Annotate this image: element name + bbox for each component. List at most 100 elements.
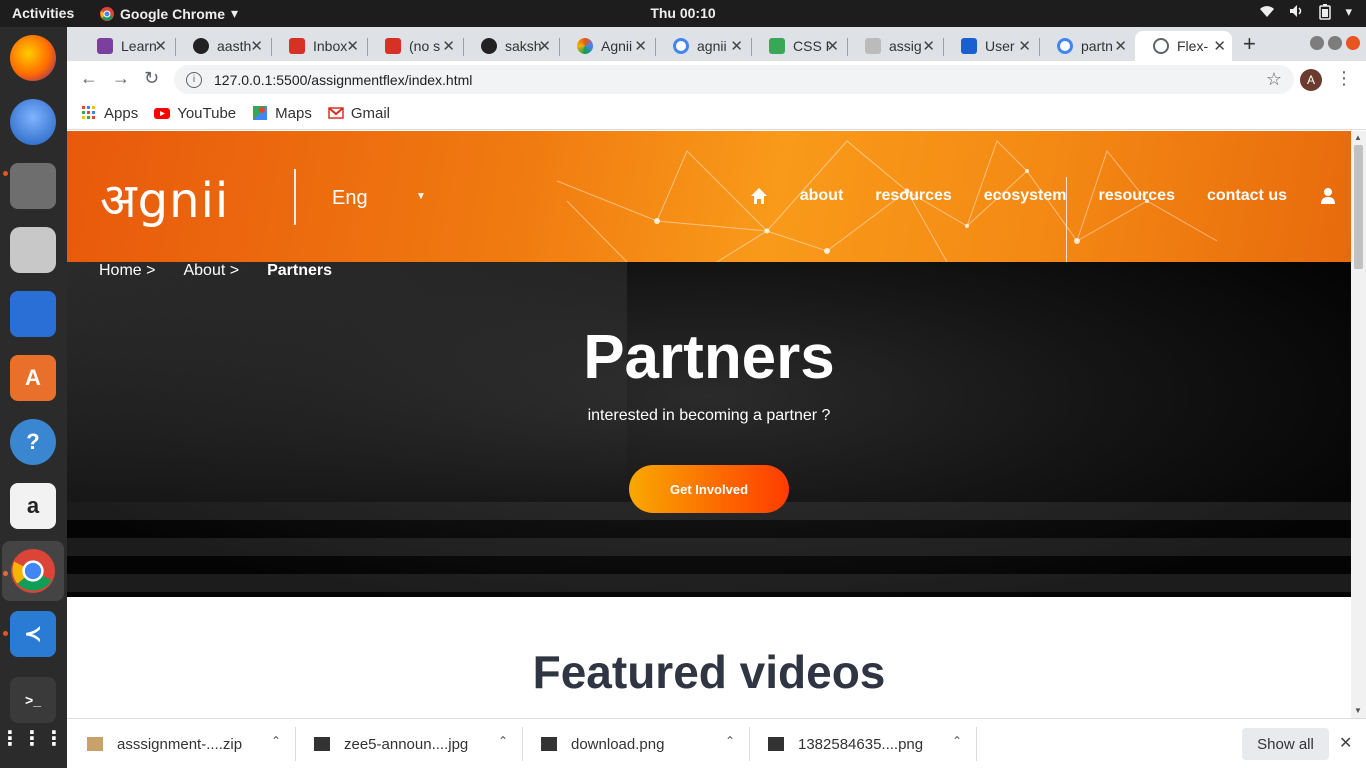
- download-separator: [522, 727, 523, 761]
- nav-ecosystem[interactable]: ecosystem: [984, 187, 1067, 205]
- maximize-icon[interactable]: [1328, 36, 1342, 50]
- get-involved-button[interactable]: Get Involved: [629, 465, 789, 513]
- image-file-icon: [541, 737, 557, 751]
- agnii-logo[interactable]: अgnii: [100, 167, 229, 232]
- rhythmbox-icon[interactable]: [10, 227, 56, 273]
- download-item[interactable]: asssignment-....zip ⌃: [87, 719, 281, 768]
- gmail-icon: [328, 107, 344, 119]
- google-icon: [1057, 38, 1073, 54]
- breadcrumb-home[interactable]: Home >: [99, 262, 155, 280]
- tab-gmail-inbox[interactable]: Inbox ✕: [271, 31, 365, 61]
- minimize-icon[interactable]: [1310, 36, 1324, 50]
- close-icon[interactable]: ✕: [1213, 37, 1226, 55]
- firefox-icon[interactable]: [10, 35, 56, 81]
- image-file-icon: [768, 737, 784, 751]
- close-icon[interactable]: ✕: [538, 37, 551, 55]
- window-close-icon[interactable]: [1346, 36, 1360, 50]
- forward-arrow-icon[interactable]: →: [112, 68, 130, 89]
- software-center-icon[interactable]: A: [10, 355, 56, 401]
- image-file-icon: [314, 737, 330, 751]
- download-item[interactable]: download.png ⌃: [541, 719, 735, 768]
- amazon-icon[interactable]: a: [10, 483, 56, 529]
- bookmark-star-icon[interactable]: ☆: [1266, 69, 1282, 90]
- user-icon[interactable]: [1319, 187, 1337, 205]
- page-scrollbar[interactable]: ▲ ▼: [1351, 131, 1366, 718]
- bookmark-maps[interactable]: Maps: [252, 105, 312, 122]
- scrollbar-thumb[interactable]: [1354, 145, 1363, 269]
- language-selector[interactable]: Eng: [332, 187, 368, 210]
- close-icon[interactable]: ✕: [250, 37, 263, 55]
- download-item[interactable]: zee5-announ....jpg ⌃: [314, 719, 508, 768]
- scroll-up-icon[interactable]: ▲: [1354, 133, 1362, 142]
- system-top-bar: Activities Google Chrome ▾ Thu 00:10 ▾: [0, 0, 1366, 27]
- nav-contact-us[interactable]: contact us: [1207, 187, 1287, 205]
- new-tab-button[interactable]: +: [1243, 31, 1256, 57]
- download-separator: [749, 727, 750, 761]
- chrome-dock-icon[interactable]: [2, 541, 64, 601]
- close-icon[interactable]: ✕: [922, 37, 935, 55]
- tab-google-agnii[interactable]: agnii ✕: [655, 31, 749, 61]
- profile-avatar[interactable]: A: [1300, 69, 1322, 91]
- system-tray[interactable]: ▾: [1259, 4, 1352, 23]
- chevron-up-icon[interactable]: ⌃: [498, 734, 508, 748]
- flag-favicon: [961, 38, 977, 54]
- system-menu-chevron-icon: ▾: [1345, 4, 1352, 19]
- page-viewport: अgnii Eng ▼ about resources ecosystem re…: [67, 131, 1351, 718]
- site-info-icon[interactable]: i: [186, 71, 202, 88]
- home-icon[interactable]: [750, 187, 768, 205]
- scroll-down-icon[interactable]: ▼: [1354, 706, 1362, 715]
- tab-learn[interactable]: Learn ✕: [79, 31, 173, 61]
- files-icon[interactable]: [10, 163, 56, 209]
- globe-icon: [1153, 38, 1169, 54]
- tab-github-saksh[interactable]: saksh ✕: [463, 31, 557, 61]
- tab-assignment[interactable]: assig ✕: [847, 31, 941, 61]
- show-all-button[interactable]: Show all: [1242, 728, 1329, 760]
- close-icon[interactable]: ✕: [1339, 733, 1352, 753]
- address-bar[interactable]: i 127.0.0.1:5500/assignmentflex/index.ht…: [174, 65, 1294, 94]
- show-applications-icon[interactable]: ⋮⋮⋮: [0, 715, 64, 761]
- clock[interactable]: Thu 00:10: [0, 5, 1366, 21]
- close-icon[interactable]: ✕: [442, 37, 455, 55]
- close-icon[interactable]: ✕: [1018, 37, 1031, 55]
- tab-google-partners[interactable]: partn ✕: [1039, 31, 1133, 61]
- help-icon[interactable]: ?: [10, 419, 56, 465]
- close-icon[interactable]: ✕: [826, 37, 839, 55]
- chevron-up-icon[interactable]: ⌃: [952, 734, 962, 748]
- vscode-icon[interactable]: ≺: [10, 611, 56, 657]
- close-icon[interactable]: ✕: [730, 37, 743, 55]
- close-icon[interactable]: ✕: [154, 37, 167, 55]
- close-icon[interactable]: ✕: [634, 37, 647, 55]
- tab-agnii[interactable]: Agnii ✕: [559, 31, 653, 61]
- tab-flex-active[interactable]: Flex- ✕: [1135, 31, 1232, 61]
- breadcrumb-about[interactable]: About >: [183, 262, 239, 280]
- tab-css[interactable]: CSS F✕: [751, 31, 845, 61]
- back-arrow-icon[interactable]: ←: [80, 68, 98, 89]
- reload-icon[interactable]: ↻: [144, 68, 159, 89]
- tab-gmail-nosubject[interactable]: (no s ✕: [367, 31, 461, 61]
- agnii-favicon: [577, 38, 593, 54]
- bookmark-gmail[interactable]: Gmail: [328, 105, 390, 122]
- close-icon[interactable]: ✕: [346, 37, 359, 55]
- close-icon[interactable]: ✕: [1114, 37, 1127, 55]
- nav-resources-2[interactable]: resources: [1098, 187, 1175, 205]
- libreoffice-writer-icon[interactable]: [10, 291, 56, 337]
- breadcrumb-current: Partners: [267, 262, 332, 279]
- bookmark-apps[interactable]: Apps: [81, 105, 138, 122]
- browser-toolbar: ← → ↻ i 127.0.0.1:5500/assignmentflex/in…: [67, 61, 1366, 97]
- tab-github-aasth[interactable]: aasth ✕: [175, 31, 269, 61]
- nav-resources[interactable]: resources: [875, 187, 952, 205]
- breadcrumb: Home > About > Partners: [99, 262, 332, 280]
- ubuntu-dock: A ? a ≺ >_ ⋮⋮⋮: [0, 27, 67, 768]
- download-item[interactable]: 1382584635....png ⌃: [768, 719, 962, 768]
- tab-user[interactable]: User ✕: [943, 31, 1037, 61]
- caret-down-icon[interactable]: ▼: [416, 191, 426, 202]
- nav-about[interactable]: about: [800, 187, 844, 205]
- thunderbird-icon[interactable]: [10, 99, 56, 145]
- download-separator: [976, 727, 977, 761]
- apps-grid-icon: [82, 106, 95, 119]
- main-nav: about resources ecosystem resources cont…: [750, 187, 1337, 205]
- chevron-up-icon[interactable]: ⌃: [271, 734, 281, 748]
- chevron-up-icon[interactable]: ⌃: [725, 734, 735, 748]
- bookmark-youtube[interactable]: YouTube: [154, 105, 236, 122]
- chrome-menu-icon[interactable]: ⋮: [1335, 68, 1353, 89]
